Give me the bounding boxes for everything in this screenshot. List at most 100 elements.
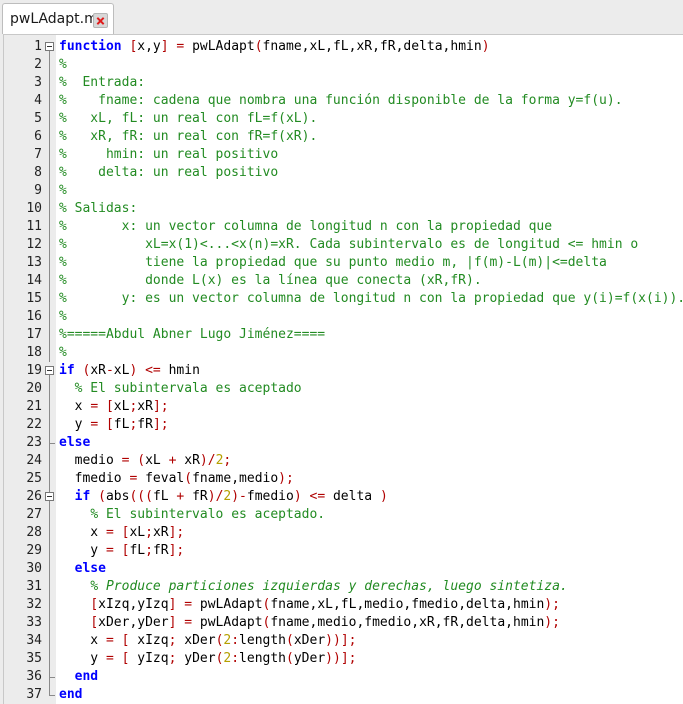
code-token: /: [207, 453, 216, 468]
code-line[interactable]: 14 % donde L(x) es la línea que conecta (…: [4, 272, 683, 290]
code-token: ;: [348, 633, 357, 648]
code-line[interactable]: 17 %=====Abdul Abner Lugo Jiménez====: [4, 326, 683, 344]
code-line[interactable]: 1 function [x,y] = pwLAdapt(fname,xL,fL,x…: [4, 38, 683, 56]
code-token: xL: [129, 525, 146, 540]
code-text: x = [xL;xR];: [59, 524, 184, 542]
code-line[interactable]: 33 [xDer,yDer] = pwLAdapt(fname,medio,fm…: [4, 614, 683, 632]
code-text: x = [ xIzq; xDer(2:length(xDer))];: [59, 632, 356, 650]
code-text: if (xR-xL) <= hmin: [59, 362, 200, 380]
code-token: fL: [113, 417, 130, 432]
code-token: % tiene la propiedad que su punto medio …: [59, 255, 607, 270]
code-line[interactable]: 24 medio = (xL + xR)/2;: [4, 452, 683, 470]
code-token: <=: [145, 363, 161, 378]
code-line[interactable]: 5 % xL, fL: un real con fL=f(xL).: [4, 110, 683, 128]
code-token: ;: [145, 543, 153, 558]
code-token: =: [90, 417, 99, 432]
code-line[interactable]: 11 % x: un vector columna de longitud n c…: [4, 218, 683, 236]
code-line[interactable]: 21 x = [xL;xR];: [4, 398, 683, 416]
code-token: (((: [129, 489, 153, 504]
code-line[interactable]: 10 % Salidas:: [4, 200, 683, 218]
code-line[interactable]: 20 % El subintervala es aceptado: [4, 380, 683, 398]
code-token: pwLAdapt: [184, 39, 255, 54]
code-token: ]: [152, 399, 161, 414]
line-number: 6: [34, 129, 42, 144]
code-line[interactable]: 6 % xR, fR: un real con fR=f(xR).: [4, 128, 683, 146]
code-line[interactable]: 29 y = [fL;fR];: [4, 542, 683, 560]
code-token: fname,medio: [192, 471, 279, 486]
code-line[interactable]: 26 if (abs(((fL + fR)/2)-fmedio) <= delt…: [4, 488, 683, 506]
code-line[interactable]: 25 fmedio = feval(fname,medio);: [4, 470, 683, 488]
code-token: (: [137, 453, 146, 468]
code-line[interactable]: 8 % delta: un real positivo: [4, 164, 683, 182]
close-icon[interactable]: [93, 13, 108, 28]
code-token: function: [59, 39, 122, 54]
code-token: % xR, fR: un real con fR=f(xR).: [59, 129, 318, 144]
code-line[interactable]: 35 y = [ yIzq; yDer(2:length(yDer))];: [4, 650, 683, 668]
code-token: % xL, fL: un real con fL=f(xL).: [59, 111, 318, 126]
line-number: 4: [34, 93, 42, 108]
code-line[interactable]: 18%: [4, 344, 683, 362]
code-token: xIzq,yIzq: [98, 597, 169, 612]
code-line[interactable]: 4 % fname: cadena que nombra una función …: [4, 92, 683, 110]
code-line[interactable]: 34 x = [ xIzq; xDer(2:length(xDer))];: [4, 632, 683, 650]
code-token: abs: [105, 489, 130, 504]
code-line[interactable]: 31 % Produce particiones izquierdas y de…: [4, 578, 683, 596]
code-token: fmedio: [59, 471, 130, 486]
code-line[interactable]: 36 end: [4, 668, 683, 686]
code-token: ): [207, 489, 216, 504]
code-line[interactable]: 37 end: [4, 686, 683, 704]
code-token: ): [231, 489, 240, 504]
code-line[interactable]: 27 % El subintervalo es aceptado.: [4, 506, 683, 524]
line-number: 25: [26, 471, 42, 486]
code-token: length: [239, 651, 287, 666]
line-number: 13: [26, 255, 42, 270]
line-number: 31: [26, 579, 42, 594]
code-line[interactable]: 15 % y: es un vector columna de longitud …: [4, 290, 683, 308]
code-token: xL: [113, 399, 130, 414]
tab-pwladapt[interactable]: pwLAdapt.m: [2, 3, 114, 34]
code-text: % Salidas:: [59, 200, 137, 218]
code-token: ): [199, 453, 208, 468]
line-number: 5: [34, 111, 42, 126]
fold-collapse-icon[interactable]: [45, 42, 54, 51]
code-line[interactable]: 9%: [4, 182, 683, 200]
line-number: 1: [34, 39, 42, 54]
line-number: 34: [26, 633, 42, 648]
code-line[interactable]: 30 else: [4, 560, 683, 578]
code-line[interactable]: 7 % hmin: un real positivo: [4, 146, 683, 164]
code-token: ): [379, 489, 388, 504]
fold-collapse-icon[interactable]: [45, 366, 54, 375]
code-text: % tiene la propiedad que su punto medio …: [59, 254, 607, 272]
code-line[interactable]: 22 y = [fL;fR];: [4, 416, 683, 434]
line-number: 24: [26, 453, 42, 468]
code-line[interactable]: 12 % xL=x(1)<...<x(n)=xR. Cada subinterva…: [4, 236, 683, 254]
code-line[interactable]: 19 if (xR-xL) <= hmin: [4, 362, 683, 380]
tab-bar: pwLAdapt.m: [0, 0, 683, 34]
code-token: if: [59, 363, 75, 378]
code-token: length: [239, 633, 287, 648]
code-line[interactable]: 13 % tiene la propiedad que su punto medi…: [4, 254, 683, 272]
line-number: 23: [26, 435, 42, 450]
code-line[interactable]: 32 [xIzq,yIzq] = pwLAdapt(fname,xL,fL,me…: [4, 596, 683, 614]
line-number: 30: [26, 561, 42, 576]
code-token: ;: [286, 471, 294, 486]
code-line[interactable]: 2%: [4, 56, 683, 74]
code-line[interactable]: 23 else: [4, 434, 683, 452]
code-line[interactable]: 16%: [4, 308, 683, 326]
code-text: % Produce particiones izquierdas y derec…: [59, 578, 567, 596]
code-line[interactable]: 28 x = [xL;xR];: [4, 524, 683, 542]
code-text: else: [59, 434, 90, 452]
code-line[interactable]: 3 % Entrada:: [4, 74, 683, 92]
code-token: fR: [152, 543, 169, 558]
line-number: 22: [26, 417, 42, 432]
fold-collapse-icon[interactable]: [45, 492, 54, 501]
code-token: (: [184, 471, 193, 486]
code-text: % xL, fL: un real con fL=f(xL).: [59, 110, 317, 128]
line-number: 37: [26, 687, 42, 702]
code-token: x,y: [137, 39, 161, 54]
code-token: =: [105, 633, 114, 648]
code-editor[interactable]: 1 function [x,y] = pwLAdapt(fname,xL,fL,x…: [3, 34, 683, 704]
code-token: :: [231, 651, 240, 666]
